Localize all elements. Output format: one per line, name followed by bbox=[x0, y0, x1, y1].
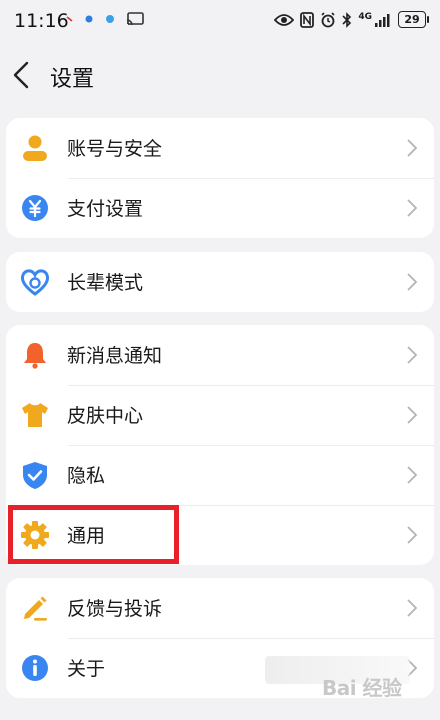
watermark: Bai 经验 bbox=[322, 676, 402, 700]
settings-item-label: 账号与安全 bbox=[67, 138, 163, 160]
chevron-right-icon bbox=[407, 273, 418, 291]
settings-item-label: 长辈模式 bbox=[67, 272, 144, 294]
pencil-icon bbox=[24, 596, 47, 621]
status-time: 11:16 bbox=[14, 10, 69, 32]
chevron-right-icon bbox=[407, 466, 418, 484]
shield-icon bbox=[23, 462, 47, 489]
settings-group-general: 新消息通知 皮肤中心 隐私 通用 bbox=[6, 325, 434, 565]
network-type: 4G bbox=[358, 11, 372, 22]
settings-item-label: 隐私 bbox=[67, 465, 106, 487]
gear-icon bbox=[21, 521, 49, 549]
bell-icon bbox=[24, 343, 46, 369]
chevron-right-icon bbox=[407, 139, 418, 157]
app-header: 设置 bbox=[0, 52, 440, 100]
settings-item-general[interactable]: 通用 bbox=[6, 505, 434, 565]
settings-item-label: 反馈与投诉 bbox=[67, 598, 163, 620]
signal-icon bbox=[375, 13, 390, 27]
bluetooth-icon bbox=[342, 11, 352, 28]
settings-item-feedback[interactable]: 反馈与投诉 bbox=[6, 578, 434, 638]
chevron-right-icon bbox=[407, 406, 418, 424]
settings-item-label: 通用 bbox=[67, 525, 106, 547]
app-notification-icon bbox=[85, 15, 93, 23]
info-icon bbox=[22, 655, 48, 681]
cast-icon bbox=[126, 12, 144, 26]
chevron-right-icon bbox=[407, 526, 418, 544]
back-arrow-icon[interactable] bbox=[10, 60, 34, 90]
person-icon bbox=[23, 135, 47, 161]
shirt-icon bbox=[22, 403, 48, 427]
heart-icon bbox=[20, 269, 50, 296]
alarm-icon bbox=[321, 11, 335, 27]
app-notification-icon bbox=[66, 16, 73, 22]
status-bar: 11:16 4G 29 bbox=[0, 0, 440, 44]
battery-icon: 29 bbox=[398, 11, 429, 28]
yen-icon bbox=[22, 195, 48, 221]
settings-group-elder: 长辈模式 bbox=[6, 252, 434, 312]
settings-item-privacy[interactable]: 隐私 bbox=[6, 445, 434, 505]
chevron-right-icon bbox=[407, 599, 418, 617]
page-title: 设置 bbox=[50, 67, 95, 92]
notification-icons bbox=[66, 12, 144, 26]
settings-item-label: 关于 bbox=[67, 658, 106, 680]
settings-item-notifications[interactable]: 新消息通知 bbox=[6, 325, 434, 385]
settings-group-account: 账号与安全 支付设置 bbox=[6, 118, 434, 238]
chevron-right-icon bbox=[407, 346, 418, 364]
settings-item-label: 皮肤中心 bbox=[67, 405, 144, 427]
settings-item-label: 支付设置 bbox=[67, 198, 144, 220]
eye-icon bbox=[274, 13, 295, 26]
settings-item-account-security[interactable]: 账号与安全 bbox=[6, 118, 434, 178]
system-icons: 4G 29 bbox=[274, 11, 429, 28]
chevron-right-icon bbox=[407, 199, 418, 217]
nfc-icon bbox=[300, 11, 315, 28]
app-notification-icon bbox=[106, 15, 114, 23]
settings-item-payment[interactable]: 支付设置 bbox=[6, 178, 434, 238]
settings-item-skin-center[interactable]: 皮肤中心 bbox=[6, 385, 434, 445]
settings-item-label: 新消息通知 bbox=[67, 345, 163, 367]
settings-item-elder-mode[interactable]: 长辈模式 bbox=[6, 252, 434, 312]
